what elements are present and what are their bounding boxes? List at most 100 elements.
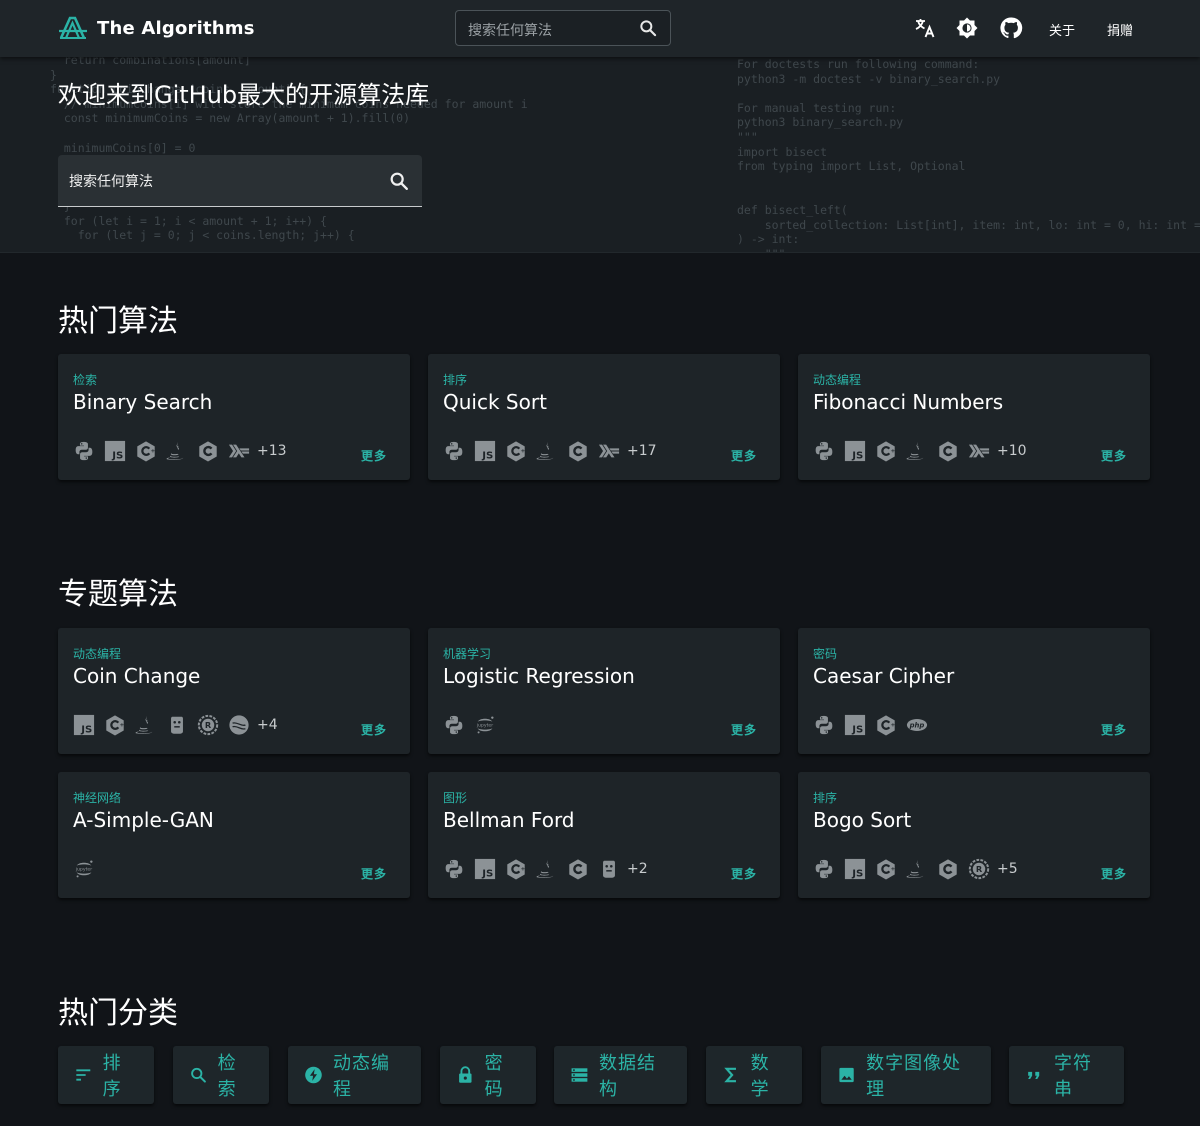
card-category[interactable]: 动态编程 (813, 371, 861, 388)
csharp-icon[interactable] (567, 440, 589, 462)
more-button[interactable]: 更多 (1101, 865, 1127, 882)
java-icon[interactable] (536, 440, 558, 462)
csharp-icon[interactable] (197, 440, 219, 462)
card-category[interactable]: 机器学习 (443, 645, 491, 662)
more-button[interactable]: 更多 (361, 865, 387, 882)
more-button[interactable]: 更多 (361, 447, 387, 464)
elixir-icon[interactable] (228, 714, 250, 736)
cpp-icon[interactable] (875, 858, 897, 880)
algorithm-card[interactable]: 动态编程 Coin Change +4 更多 (58, 628, 410, 754)
java-icon[interactable] (906, 858, 928, 880)
cpp-icon[interactable] (875, 714, 897, 736)
category-chip-math[interactable]: 数学 (706, 1046, 802, 1104)
translate-icon[interactable] (913, 16, 937, 40)
algorithm-card[interactable]: 机器学习 Logistic Regression 更多 (428, 628, 780, 754)
more-button[interactable]: 更多 (1101, 721, 1127, 738)
python-icon[interactable] (813, 858, 835, 880)
javascript-icon[interactable] (474, 858, 496, 880)
search-icon[interactable] (388, 170, 410, 192)
more-button[interactable]: 更多 (731, 721, 757, 738)
card-title[interactable]: Caesar Cipher (813, 664, 954, 688)
csharp-icon[interactable] (567, 858, 589, 880)
cpp-icon[interactable] (505, 440, 527, 462)
card-title[interactable]: Fibonacci Numbers (813, 390, 1003, 414)
algorithm-card[interactable]: 密码 Caesar Cipher 更多 (798, 628, 1150, 754)
javascript-icon[interactable] (844, 858, 866, 880)
algorithm-card[interactable]: 图形 Bellman Ford +2 更多 (428, 772, 780, 898)
python-icon[interactable] (73, 440, 95, 462)
about-link[interactable]: 关于 (1049, 20, 1075, 39)
algorithm-card[interactable]: 神经网络 A-Simple-GAN 更多 (58, 772, 410, 898)
lua-icon[interactable] (598, 858, 620, 880)
algorithm-card[interactable]: 检索 Binary Search +13 更多 (58, 354, 410, 480)
cpp-icon[interactable] (135, 440, 157, 462)
brand-title[interactable]: The Algorithms (97, 18, 255, 39)
category-label: 字符串 (1053, 1053, 1092, 1100)
python-icon[interactable] (443, 714, 465, 736)
haskell-icon[interactable] (968, 440, 990, 462)
header-search-box[interactable]: 搜索任何算法 (455, 10, 671, 46)
java-icon[interactable] (536, 858, 558, 880)
category-chip-cipher[interactable]: 密码 (440, 1046, 536, 1104)
hero-search-box[interactable]: 搜索任何算法 (58, 155, 422, 207)
card-category[interactable]: 排序 (443, 371, 467, 388)
cpp-icon[interactable] (505, 858, 527, 880)
javascript-icon[interactable] (844, 440, 866, 462)
card-category[interactable]: 检索 (73, 371, 97, 388)
python-icon[interactable] (813, 440, 835, 462)
card-category[interactable]: 图形 (443, 789, 467, 806)
javascript-icon[interactable] (844, 714, 866, 736)
java-icon[interactable] (166, 440, 188, 462)
category-chip-sort[interactable]: 排序 (58, 1046, 154, 1104)
jupyter-icon[interactable] (73, 858, 95, 880)
algorithm-card[interactable]: 排序 Bogo Sort +5 更多 (798, 772, 1150, 898)
python-icon[interactable] (813, 714, 835, 736)
github-icon[interactable] (999, 16, 1023, 40)
category-chip-dynamic-programming[interactable]: 动态编程 (288, 1046, 421, 1104)
search-icon[interactable] (638, 18, 658, 38)
card-category[interactable]: 密码 (813, 645, 837, 662)
cpp-icon[interactable] (875, 440, 897, 462)
more-button[interactable]: 更多 (731, 865, 757, 882)
haskell-icon[interactable] (598, 440, 620, 462)
cpp-icon[interactable] (104, 714, 126, 736)
brightness-icon[interactable] (955, 16, 979, 40)
card-title[interactable]: Quick Sort (443, 390, 547, 414)
python-icon[interactable] (443, 440, 465, 462)
card-title[interactable]: Bellman Ford (443, 808, 575, 832)
more-button[interactable]: 更多 (1101, 447, 1127, 464)
csharp-icon[interactable] (937, 858, 959, 880)
more-button[interactable]: 更多 (361, 721, 387, 738)
more-button[interactable]: 更多 (731, 447, 757, 464)
card-category[interactable]: 神经网络 (73, 789, 121, 806)
category-chip-search[interactable]: 检索 (173, 1046, 269, 1104)
java-icon[interactable] (135, 714, 157, 736)
category-chip-image-processing[interactable]: 数字图像处理 (821, 1046, 991, 1104)
card-title[interactable]: Binary Search (73, 390, 212, 414)
algorithm-card[interactable]: 动态编程 Fibonacci Numbers +10 更多 (798, 354, 1150, 480)
javascript-icon[interactable] (104, 440, 126, 462)
python-icon[interactable] (443, 858, 465, 880)
category-chip-strings[interactable]: 字符串 (1009, 1046, 1124, 1104)
category-chip-data-structures[interactable]: 数据结构 (554, 1046, 687, 1104)
rust-icon[interactable] (968, 858, 990, 880)
csharp-icon[interactable] (937, 440, 959, 462)
logo-icon[interactable] (58, 15, 88, 41)
card-category[interactable]: 动态编程 (73, 645, 121, 662)
rust-icon[interactable] (197, 714, 219, 736)
card-title[interactable]: A-Simple-GAN (73, 808, 214, 832)
donate-link[interactable]: 捐赠 (1107, 20, 1133, 39)
card-category[interactable]: 排序 (813, 789, 837, 806)
jupyter-icon[interactable] (474, 714, 496, 736)
java-icon[interactable] (906, 440, 928, 462)
javascript-icon[interactable] (474, 440, 496, 462)
category-label: 密码 (484, 1053, 504, 1100)
card-title[interactable]: Bogo Sort (813, 808, 911, 832)
lua-icon[interactable] (166, 714, 188, 736)
php-icon[interactable] (906, 714, 928, 736)
algorithm-card[interactable]: 排序 Quick Sort +17 更多 (428, 354, 780, 480)
card-title[interactable]: Logistic Regression (443, 664, 635, 688)
javascript-icon[interactable] (73, 714, 95, 736)
haskell-icon[interactable] (228, 440, 250, 462)
card-title[interactable]: Coin Change (73, 664, 200, 688)
